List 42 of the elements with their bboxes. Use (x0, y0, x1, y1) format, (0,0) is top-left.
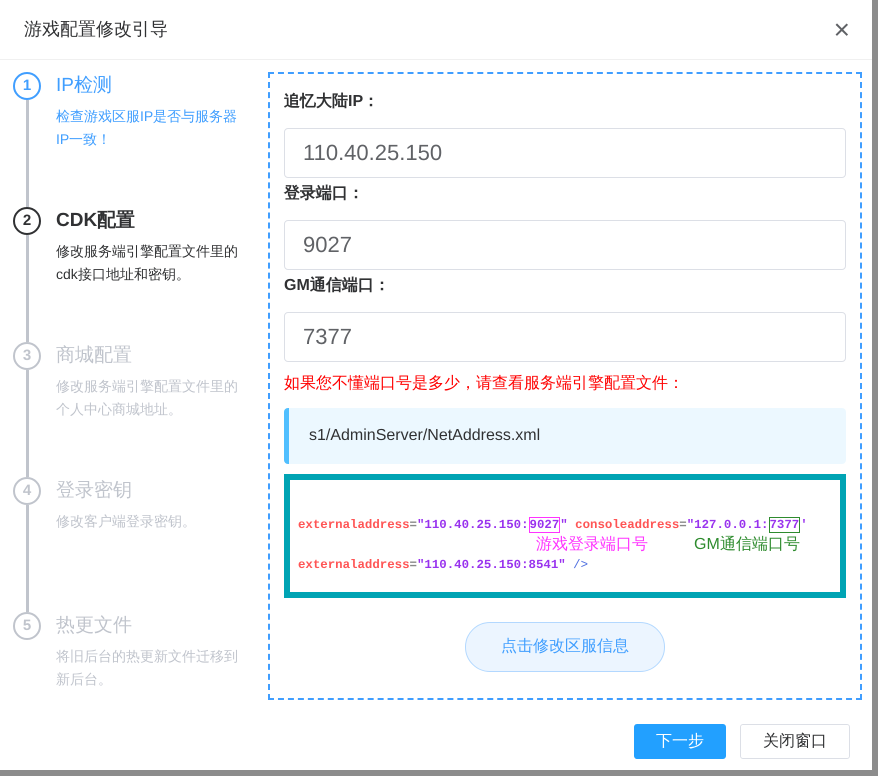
highlighted-port: 7377 (768, 517, 800, 533)
text-field[interactable]: 110.40.25.150 (284, 128, 846, 178)
step-title: 登录密钥 (56, 479, 133, 503)
step-description: 修改服务端引擎配置文件里的个人中心商城地址。 (56, 377, 239, 419)
step-number: 5 (13, 612, 41, 640)
code-text: "110.40.25.150: (416, 518, 529, 532)
hint-text: 如果您不懂端口号是多少，请查看服务端引擎配置文件： (284, 374, 685, 394)
step-description: 修改客户端登录密钥。 (56, 512, 197, 531)
step-number: 2 (13, 207, 41, 235)
code-text: externaladdress (298, 558, 410, 572)
field-label: 登录端口： (284, 184, 365, 204)
code-text: " (560, 518, 568, 532)
code-text: externaladdress (298, 518, 410, 532)
callout-label: 游戏登录端口号 (536, 534, 648, 555)
code-text: ' (800, 518, 808, 532)
close-button[interactable]: × (832, 16, 852, 44)
code-text: = (410, 558, 417, 572)
highlighted-port: 9027 (528, 517, 560, 533)
step-title: 商城配置 (56, 344, 133, 368)
dialog-title: 游戏配置修改引导 (24, 18, 168, 41)
callout-label: GM通信端口号 (694, 534, 800, 555)
code-text: consoleaddress (574, 518, 680, 532)
step-description: 将旧后台的热更新文件迁移到新后台。 (56, 647, 239, 689)
step-number: 3 (13, 342, 41, 370)
step-title: IP检测 (56, 74, 113, 98)
step-description: 检查游戏区服IP是否与服务器IP一致！ (56, 107, 238, 149)
step-description: 修改服务端引擎配置文件里的cdk接口地址和密钥。 (56, 242, 239, 284)
field-label: GM通信端口： (284, 275, 391, 296)
code-text: /> (572, 558, 588, 572)
code-text: "127.0.0.1: (686, 518, 768, 532)
code-text: "110.40.25.150:8541" (416, 558, 566, 572)
text-field[interactable]: 7377 (284, 312, 846, 362)
step-title: 热更文件 (56, 614, 133, 638)
step-title: CDK配置 (56, 209, 136, 233)
file-path-note: s1/AdminServer/NetAddress.xml (284, 408, 846, 464)
close-window-button[interactable]: 关闭窗口 (740, 724, 850, 759)
code-text: = (679, 518, 687, 532)
step-number: 4 (13, 477, 41, 505)
code-text: = (410, 518, 417, 532)
field-label: 追忆大陆IP： (284, 92, 380, 112)
text-field[interactable]: 9027 (284, 220, 846, 270)
step-number: 1 (13, 72, 41, 100)
